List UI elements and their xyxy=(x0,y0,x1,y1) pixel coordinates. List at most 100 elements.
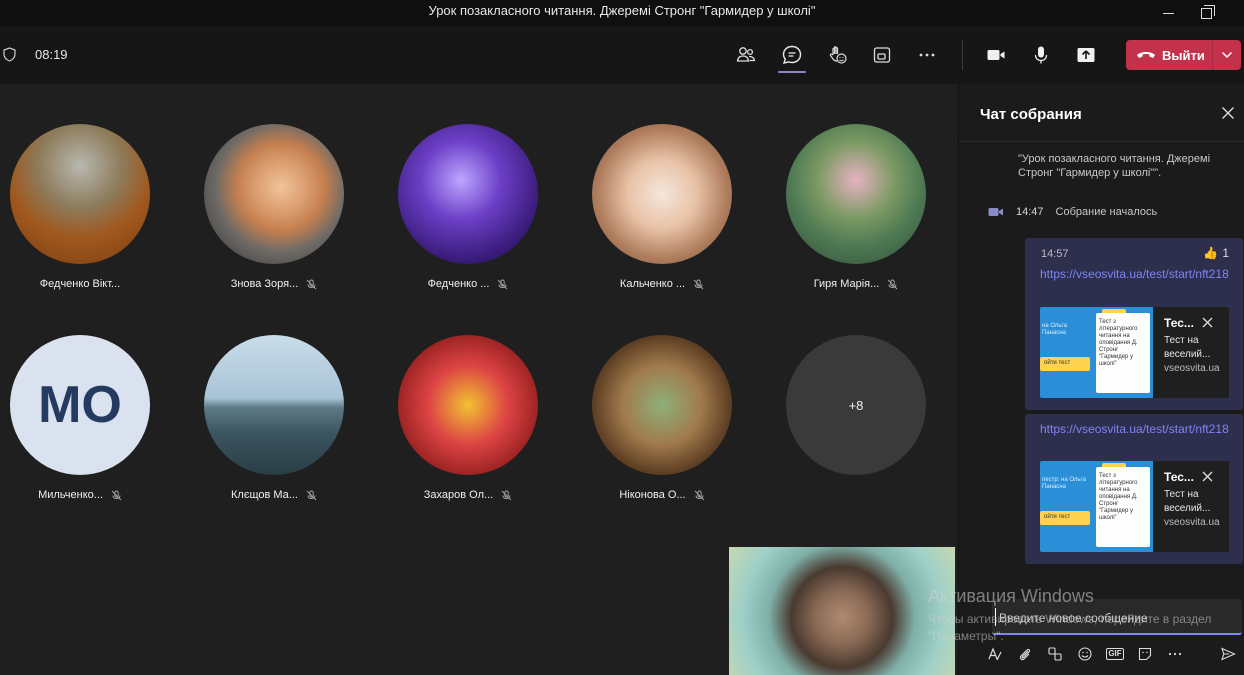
mic-icon xyxy=(1034,46,1048,64)
close-icon[interactable] xyxy=(1202,317,1213,328)
leave-options-button[interactable] xyxy=(1213,40,1241,70)
gif-icon: GIF xyxy=(1106,648,1124,660)
self-video-preview[interactable] xyxy=(729,547,955,675)
video-camera-icon xyxy=(988,208,1003,216)
format-button[interactable] xyxy=(985,644,1005,664)
chat-title: Чат собрания xyxy=(980,106,1082,123)
participant-name: Гиря Марія... xyxy=(813,278,880,290)
chat-active-indicator xyxy=(778,71,806,73)
participant-tile[interactable]: Гиря Марія... xyxy=(776,124,936,290)
link-preview-card[interactable]: на Ольга Панасна ойти тест Тест з літера… xyxy=(1040,307,1229,398)
chat-message[interactable]: 14:57 👍 1 https://vseosvita.ua/test/star… xyxy=(1025,238,1243,410)
participant-name: Федченко ... xyxy=(427,278,490,290)
participant-name: Мильченко... xyxy=(38,489,103,501)
format-icon xyxy=(988,647,1002,661)
toolbar-divider xyxy=(962,40,963,70)
reaction-badge[interactable]: 👍 1 xyxy=(1203,246,1229,260)
window-title: Урок позакласного читання. Джеремі Строн… xyxy=(428,3,816,18)
participant-tile[interactable]: Федченко ... xyxy=(388,124,548,290)
reactions-icon xyxy=(829,46,847,64)
send-button[interactable] xyxy=(1218,644,1238,664)
close-icon[interactable] xyxy=(1221,106,1235,120)
emoji-button[interactable] xyxy=(1075,644,1095,664)
loop-button[interactable] xyxy=(1045,644,1065,664)
avatar xyxy=(592,335,732,475)
leave-button[interactable]: Выйти xyxy=(1126,40,1241,70)
rooms-button[interactable] xyxy=(866,39,898,71)
message-link[interactable]: https://vseosvita.ua/test/start/nft218 xyxy=(1040,420,1230,438)
participant-name: Знова Зоря... xyxy=(230,278,299,290)
shield-icon xyxy=(3,47,16,62)
meeting-started-event: 14:47 Собрание началось xyxy=(988,206,1157,218)
chevron-down-icon xyxy=(1221,51,1233,59)
avatar xyxy=(592,124,732,264)
participant-tile[interactable]: Федченко Вікт... xyxy=(0,124,160,290)
mic-muted-icon xyxy=(306,490,317,500)
event-text: Собрание началось xyxy=(1055,206,1158,218)
microphone-button[interactable] xyxy=(1025,39,1057,71)
overflow-participants-tile[interactable]: +8 xyxy=(776,335,936,475)
participant-name-row: Кальченко ... xyxy=(582,278,742,290)
participant-name-row: Знова Зоря... xyxy=(194,278,354,290)
share-icon xyxy=(1077,48,1095,62)
message-time: 14:57 xyxy=(1041,248,1069,260)
phone-icon xyxy=(1137,52,1155,58)
message-link[interactable]: https://vseosvita.ua/test/start/nft218 xyxy=(1040,265,1230,283)
thumbs-up-icon: 👍 xyxy=(1203,246,1219,260)
rooms-icon xyxy=(873,47,891,63)
chat-button[interactable] xyxy=(776,39,808,71)
participant-tile[interactable]: Кальченко ... xyxy=(582,124,742,290)
participant-name: Захаров Ол... xyxy=(423,489,494,501)
paperclip-icon xyxy=(1019,648,1031,661)
minimize-button[interactable] xyxy=(1148,0,1188,26)
avatar xyxy=(204,335,344,475)
mic-muted-icon xyxy=(693,279,704,289)
more-actions-button[interactable] xyxy=(911,39,943,71)
participant-name: Ніконова О... xyxy=(619,489,686,501)
participant-tile[interactable]: Ніконова О... xyxy=(582,335,742,501)
overflow-count: +8 xyxy=(848,397,864,413)
avatar xyxy=(204,124,344,264)
mic-muted-icon xyxy=(501,490,512,500)
participants-icon xyxy=(736,47,756,62)
loop-component-icon xyxy=(1048,647,1062,661)
meeting-toolbar: 08:19 Выйти xyxy=(0,26,1244,84)
thumbnail-text: Тест з літературного читання на оповідан… xyxy=(1096,467,1150,547)
camera-button[interactable] xyxy=(980,39,1012,71)
participant-name: Федченко Вікт... xyxy=(39,278,121,290)
participant-name-row: Мильченко... xyxy=(0,489,160,501)
close-icon[interactable] xyxy=(1202,471,1213,482)
participant-tile[interactable]: Захаров Ол... xyxy=(388,335,548,501)
chat-message[interactable]: https://vseosvita.ua/test/start/nft218 п… xyxy=(1025,414,1243,564)
preview-title: Тес... xyxy=(1164,470,1194,484)
leave-main[interactable]: Выйти xyxy=(1126,40,1212,70)
restore-icon xyxy=(1200,4,1215,19)
share-screen-button[interactable] xyxy=(1070,39,1102,71)
thumbnail-button: ойти тест xyxy=(1040,357,1090,371)
leave-label: Выйти xyxy=(1162,47,1205,63)
mic-muted-icon xyxy=(306,279,317,289)
link-preview-thumbnail: пестр: на Ольга Панасна ойти тест Тест з… xyxy=(1040,461,1153,552)
mic-muted-icon xyxy=(111,490,122,500)
emoji-icon xyxy=(1078,647,1092,661)
participant-tile[interactable]: Знова Зоря... xyxy=(194,124,354,290)
restore-button[interactable] xyxy=(1186,0,1226,26)
avatar-initials: МО xyxy=(38,376,122,434)
sticker-button[interactable] xyxy=(1135,644,1155,664)
preview-domain: vseosvita.ua xyxy=(1164,517,1220,528)
thumbnail-side-text: на Ольга Панасна xyxy=(1042,323,1067,336)
gif-button[interactable]: GIF xyxy=(1105,644,1125,664)
chat-icon xyxy=(782,45,802,64)
thumbnail-text: Тест з літературного читання на оповідан… xyxy=(1096,313,1150,393)
participant-tile[interactable]: МО Мильченко... xyxy=(0,335,160,501)
attach-button[interactable] xyxy=(1015,644,1035,664)
participant-name: Клєщов Ма... xyxy=(231,489,298,501)
minimize-icon xyxy=(1162,12,1174,14)
more-options-button[interactable] xyxy=(1165,644,1185,664)
link-preview-card[interactable]: пестр: на Ольга Панасна ойти тест Тест з… xyxy=(1040,461,1229,552)
participant-tile[interactable]: Клєщов Ма... xyxy=(194,335,354,501)
chat-header: Чат собрания xyxy=(959,84,1244,142)
reactions-button[interactable] xyxy=(821,39,853,71)
participants-button[interactable] xyxy=(730,39,762,71)
more-icon xyxy=(1168,652,1182,656)
